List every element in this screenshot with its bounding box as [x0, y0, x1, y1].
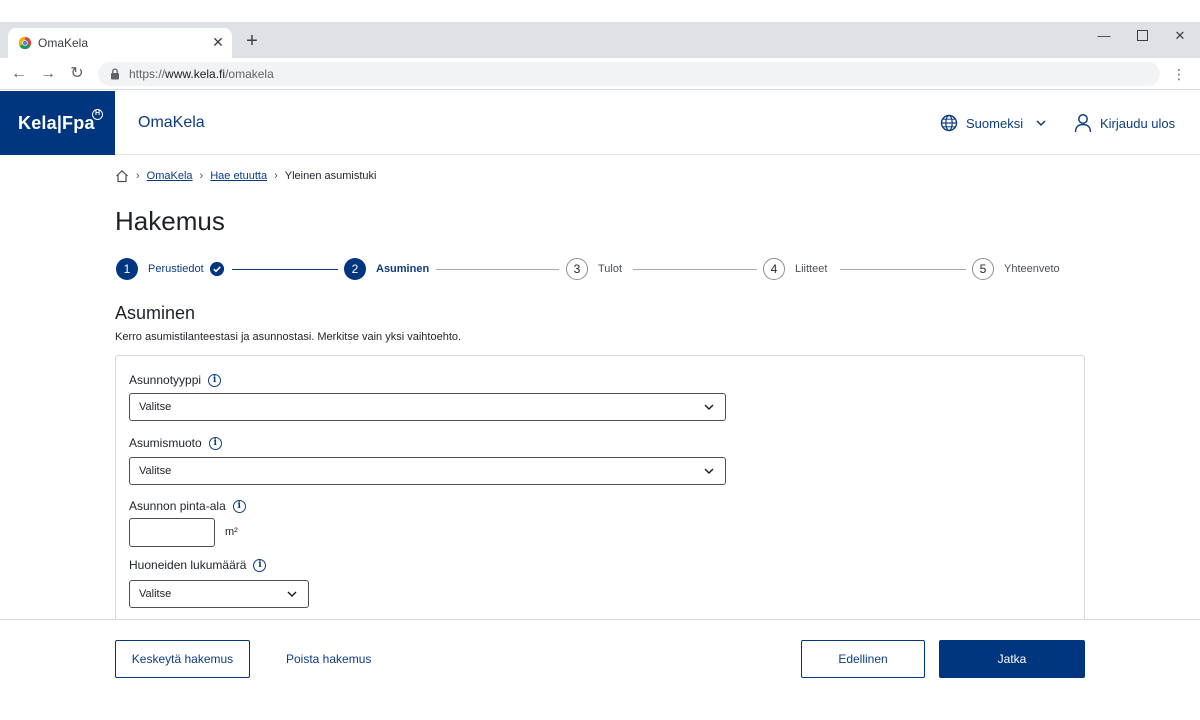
room-count-select[interactable]: Valitse — [129, 580, 309, 608]
step-5-label: Yhteenveto — [1004, 263, 1060, 275]
breadcrumb-current: Yleinen asumistuki — [284, 170, 377, 182]
breadcrumb-link-hae-etuutta[interactable]: Hae etuutta — [210, 170, 267, 182]
step-3-label: Tulot — [598, 263, 623, 275]
delete-application-button[interactable]: Poista hakemus — [286, 652, 371, 666]
url-text: https://www.kela.fi/omakela — [129, 67, 274, 81]
chevron-down-icon — [1036, 120, 1046, 127]
continue-button[interactable]: Jatka — [939, 640, 1085, 678]
browser-tab[interactable]: OmaKela ✕ — [8, 28, 232, 58]
floor-area-label: Asunnon pinta-ala i — [129, 499, 246, 513]
suspend-application-button[interactable]: Keskeytä hakemus — [115, 640, 250, 678]
step-5-circle: 5 — [972, 258, 994, 280]
app-title[interactable]: OmaKela — [138, 114, 205, 132]
logout-button[interactable]: Kirjaudu ulos — [1074, 113, 1175, 133]
logo-mark: H — [92, 109, 103, 120]
breadcrumb-separator: › — [274, 170, 278, 182]
reload-icon[interactable]: ↻ — [67, 64, 87, 84]
page-title: Hakemus — [115, 206, 225, 236]
chrome-favicon-icon — [18, 36, 32, 50]
tab-close-icon[interactable]: ✕ — [210, 33, 226, 51]
action-footer: Keskeytä hakemus Poista hakemus Edelline… — [0, 619, 1200, 720]
info-icon[interactable]: i — [208, 373, 222, 387]
room-count-label: Huoneiden lukumäärä i — [129, 558, 267, 572]
housing-type-label: Asunnotyyppi i — [129, 373, 222, 387]
forward-arrow-icon[interactable]: → — [38, 64, 58, 84]
housing-type-select[interactable]: Valitse — [129, 393, 726, 421]
step-1-label[interactable]: Perustiedot — [148, 263, 204, 275]
chevron-down-icon — [287, 591, 297, 598]
tab-title: OmaKela — [38, 36, 89, 50]
section-title: Asuminen — [115, 303, 196, 323]
room-count-value: Valitse — [139, 588, 172, 600]
maximize-icon[interactable] — [1132, 27, 1152, 45]
breadcrumb-separator: › — [136, 170, 140, 182]
step-2-label[interactable]: Asuminen — [376, 263, 429, 275]
step-4-label: Liitteet — [795, 263, 828, 275]
step-connector — [633, 269, 757, 270]
step-3-circle: 3 — [566, 258, 588, 280]
step-connector — [840, 269, 966, 270]
new-tab-plus-icon[interactable]: + — [242, 30, 262, 52]
housing-form-value: Valitse — [139, 465, 172, 477]
user-icon — [1074, 114, 1092, 133]
minimize-icon[interactable]: — — [1094, 27, 1114, 45]
kela-logo[interactable]: Kela|Fpa H — [0, 91, 115, 155]
lock-icon — [111, 68, 119, 80]
breadcrumb: › OmaKela › Hae etuutta › Yleinen asumis… — [115, 168, 376, 184]
checkmark-icon — [210, 262, 224, 276]
logout-label: Kirjaudu ulos — [1100, 115, 1176, 131]
step-connector — [436, 269, 559, 270]
app-header: Kela|Fpa H OmaKela Suomeksi Kirjaudu ulo… — [0, 91, 1200, 155]
info-icon[interactable]: i — [253, 558, 267, 572]
chevron-down-icon — [704, 468, 714, 475]
housing-form-label: Asumismuoto i — [129, 436, 222, 450]
housing-form-select[interactable]: Valitse — [129, 457, 726, 485]
info-icon[interactable]: i — [232, 499, 246, 513]
step-2-circle[interactable]: 2 — [344, 258, 366, 280]
step-connector — [232, 269, 338, 270]
address-bar[interactable]: https://www.kela.fi/omakela — [98, 62, 1160, 86]
info-icon[interactable]: i — [208, 436, 222, 450]
breadcrumb-separator: › — [199, 170, 204, 182]
floor-area-input[interactable] — [129, 518, 215, 547]
window-close-icon[interactable]: ✕ — [1170, 27, 1190, 45]
logo-text: Kela|Fpa — [18, 113, 95, 133]
housing-type-value: Valitse — [139, 401, 172, 413]
floor-area-unit: m² — [225, 526, 238, 538]
language-label: Suomeksi — [966, 115, 1024, 131]
step-1-circle[interactable]: 1 — [116, 258, 138, 280]
browser-toolbar: ← → ↻ https://www.kela.fi/omakela ⋮ — [0, 58, 1200, 90]
language-selector[interactable]: Suomeksi — [940, 113, 1047, 133]
breadcrumb-link-omakela[interactable]: OmaKela — [147, 170, 193, 182]
step-4-circle: 4 — [763, 258, 785, 280]
previous-button[interactable]: Edellinen — [801, 640, 925, 678]
more-vert-icon[interactable]: ⋮ — [1172, 64, 1186, 84]
chevron-down-icon — [704, 404, 714, 411]
back-arrow-icon[interactable]: ← — [9, 64, 29, 84]
home-icon[interactable] — [115, 169, 129, 183]
section-description: Kerro asumistilanteestasi ja asunnostasi… — [115, 331, 462, 343]
globe-icon — [940, 114, 958, 132]
